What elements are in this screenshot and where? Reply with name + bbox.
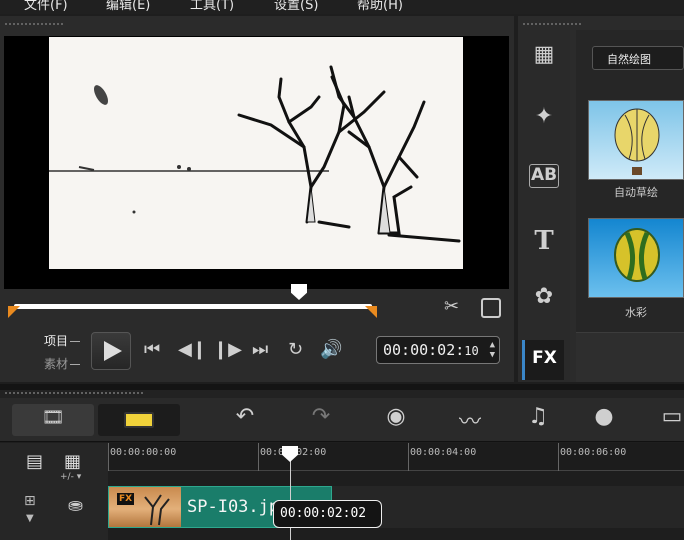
media-icon[interactable]: ▦: [526, 42, 562, 72]
tick-label: 00:00:04:00: [410, 447, 477, 458]
tick-label: 00:00:00:00: [110, 447, 177, 458]
video-track-icon[interactable]: ⛂: [68, 495, 83, 516]
preview-window: [4, 36, 509, 289]
track-toggle-icon[interactable]: ⊞: [24, 493, 36, 509]
filter-thumb-auto-sketch[interactable]: [588, 100, 684, 180]
playhead-tooltip: 00:00:02:02: [273, 500, 382, 528]
expand-arrow-icon[interactable]: ▼: [26, 513, 34, 524]
panel-grip[interactable]: [4, 22, 64, 28]
zoom-control[interactable]: +/- ▾: [60, 472, 81, 482]
subtitle-editor-icon[interactable]: ▭: [660, 404, 684, 436]
track-header-panel: ▤ ▦ +/- ▾ ⊞ ▼ ⛂: [0, 443, 108, 540]
audio-mixer-icon[interactable]: 〰: [454, 404, 486, 436]
timecode-field[interactable]: 00:00:02:10 ▲ ▼: [376, 336, 500, 364]
storyboard-view-icon[interactable]: 🎞: [12, 404, 94, 436]
chapter-point-icon[interactable]: ▦: [64, 451, 81, 472]
filter-thumb-watercolor[interactable]: [588, 218, 684, 298]
trim-end-marker[interactable]: [365, 306, 377, 318]
timeline-ruler[interactable]: 00:00:00:00 00:00:02:00 00:00:04:00 00:0…: [108, 443, 684, 471]
category-dropdown[interactable]: 自然绘图: [592, 46, 684, 70]
clip-name: SP-I03.jp: [187, 497, 280, 517]
menu-tools[interactable]: 工具(T): [190, 0, 234, 13]
graphic-icon[interactable]: ✿: [526, 284, 562, 314]
timecode-spinner-icon[interactable]: ▲ ▼: [490, 340, 495, 360]
preview-frame: [49, 37, 463, 269]
filter-fx-icon[interactable]: FX: [522, 340, 564, 380]
sketch-image: [49, 65, 461, 243]
library-content: 自然绘图 自动草绘 水彩: [576, 30, 684, 382]
track-manager-icon[interactable]: ▤: [26, 451, 43, 472]
home-icon[interactable]: ⏮: [144, 339, 160, 361]
volume-icon[interactable]: 🔊: [320, 339, 342, 361]
next-frame-icon[interactable]: ❙▶: [213, 339, 242, 361]
tree-thumbnail-icon: [144, 494, 170, 526]
end-icon[interactable]: ⏭: [252, 339, 268, 361]
menu-file[interactable]: 文件(F): [24, 0, 68, 13]
menu-settings[interactable]: 设置(S): [274, 0, 318, 13]
balloon-icon: [614, 228, 660, 282]
redo-icon[interactable]: ↷: [306, 404, 336, 436]
scrub-bar[interactable]: [8, 284, 378, 320]
play-button[interactable]: [91, 332, 131, 370]
transition-icon[interactable]: AB: [529, 164, 559, 188]
repeat-icon[interactable]: ↻: [288, 339, 303, 361]
mode-clip[interactable]: 素材: [44, 353, 81, 376]
motion-tracking-icon[interactable]: ●: [588, 404, 620, 436]
auto-music-icon[interactable]: ♫: [522, 404, 554, 436]
timeline-view-button[interactable]: [98, 404, 180, 436]
menu-help[interactable]: 帮助(H): [357, 0, 403, 13]
undo-icon[interactable]: ↶: [230, 404, 260, 436]
timeline-toolbar: 🎞 ↶ ↷ ◉ 〰 ♫ ● ▭: [0, 398, 684, 442]
scrub-track[interactable]: [14, 304, 372, 309]
clip-thumbnail: FX: [109, 487, 181, 527]
menu-edit[interactable]: 编辑(E): [106, 0, 150, 13]
filter-label-watercolor: 水彩: [625, 306, 647, 319]
record-capture-icon[interactable]: ◉: [380, 404, 412, 436]
scrub-handle[interactable]: [291, 284, 307, 300]
menu-bar: 文件(F) 编辑(E) 工具(T) 设置(S) 帮助(H): [0, 0, 684, 14]
mode-project[interactable]: 项目: [44, 330, 81, 353]
filter-label-auto-sketch: 自动草绘: [614, 186, 658, 199]
timeline-view-icon: [124, 412, 154, 428]
title-icon[interactable]: T: [526, 226, 562, 256]
library-options-bar: [576, 332, 684, 382]
scissors-icon[interactable]: ✂: [444, 296, 459, 317]
timeline-grip[interactable]: [0, 390, 684, 398]
instant-project-icon[interactable]: ✦: [526, 104, 562, 134]
play-mode-selector: 项目 素材: [44, 330, 81, 376]
library-grip[interactable]: [522, 22, 582, 28]
trim-start-marker[interactable]: [8, 306, 20, 318]
enlarge-icon[interactable]: [481, 298, 501, 318]
tick-label: 00:00:06:00: [560, 447, 627, 458]
video-track: FX SP-I03.jp: [108, 486, 684, 528]
player-panel: [0, 16, 514, 382]
library-category-bar: ▦ ✦ AB T ✿ FX: [518, 30, 570, 382]
prev-frame-icon[interactable]: ◀❙: [178, 339, 207, 361]
balloon-icon: [614, 108, 660, 175]
